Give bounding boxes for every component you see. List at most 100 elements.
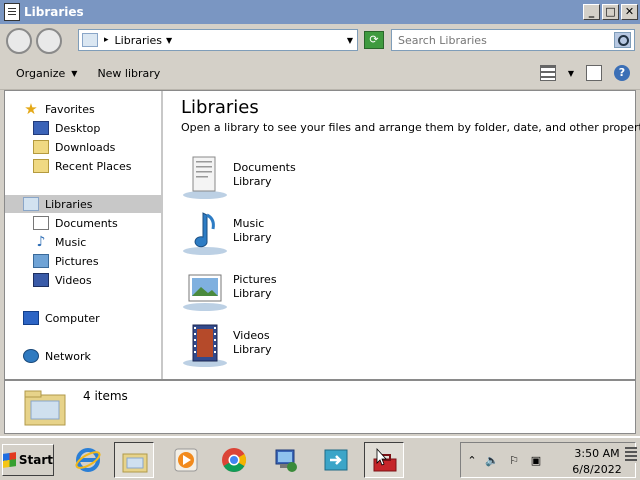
search-icon[interactable]	[614, 32, 631, 48]
details-pane: 4 items	[4, 380, 636, 434]
nav-item-pictures[interactable]: Pictures	[33, 252, 99, 270]
clock-date[interactable]: 6/8/2022	[567, 463, 627, 476]
explorer-main: ★ Favorites Desktop Downloads Recent Pla…	[4, 90, 640, 380]
videos-icon	[33, 273, 49, 287]
nav-item-documents[interactable]: Documents	[33, 214, 118, 232]
nav-item-label: Downloads	[55, 140, 116, 154]
minimize-button[interactable]: _	[583, 4, 600, 20]
windows-logo-icon	[3, 452, 16, 468]
taskbar-remote-app[interactable]	[316, 442, 356, 478]
nav-libraries[interactable]: Libraries	[5, 195, 161, 213]
taskbar-media-player[interactable]	[166, 442, 206, 478]
desktop-icon	[33, 121, 49, 135]
view-options-chevron-icon[interactable]: ▼	[568, 69, 574, 78]
pictures-icon	[33, 254, 49, 268]
nav-favorites[interactable]: ★ Favorites	[23, 100, 94, 118]
start-button[interactable]: Start	[2, 444, 54, 476]
favorites-star-icon: ★	[24, 100, 38, 118]
back-button[interactable]	[6, 28, 32, 54]
help-icon[interactable]: ?	[614, 65, 630, 81]
installer-icon	[275, 449, 297, 472]
library-item-documents[interactable]: Documents Library	[181, 153, 381, 203]
music-library-icon	[183, 212, 227, 255]
computer-icon	[23, 311, 39, 325]
breadcrumb-chevron-icon[interactable]: ▼	[166, 36, 172, 45]
nav-item-label: Videos	[55, 273, 92, 287]
media-player-icon	[174, 448, 198, 472]
library-type: Library	[233, 231, 272, 244]
nav-network-label: Network	[45, 349, 91, 363]
content-pane: Libraries Open a library to see your fil…	[181, 91, 640, 379]
forward-button[interactable]	[36, 28, 62, 54]
nav-item-downloads[interactable]: Downloads	[33, 138, 115, 156]
nav-item-videos[interactable]: Videos	[33, 271, 92, 289]
action-center-flag-icon[interactable]: ⚐	[507, 454, 521, 468]
nav-item-label: Pictures	[55, 254, 99, 268]
library-type: Library	[233, 175, 272, 188]
internet-explorer-icon	[75, 448, 101, 472]
chevron-down-icon: ▼	[71, 69, 78, 78]
change-view-icon[interactable]	[539, 65, 556, 81]
nav-item-label: Desktop	[55, 121, 101, 135]
nav-computer[interactable]: Computer	[23, 309, 100, 327]
library-item-videos[interactable]: Videos Library	[181, 321, 381, 371]
nav-item-music[interactable]: ♪ Music	[33, 233, 87, 251]
library-name: Pictures	[233, 273, 277, 286]
preview-pane-icon[interactable]	[586, 65, 602, 81]
address-field[interactable]: ▸ Libraries ▼ ▼	[78, 29, 358, 51]
notification-area: ⌃ 🔈 ⚐ ▣ 3:50 AM 6/8/2022	[460, 442, 636, 478]
library-name: Videos	[233, 329, 270, 342]
nav-item-label: Music	[55, 235, 87, 249]
pictures-library-icon	[183, 274, 227, 311]
chrome-icon	[222, 448, 247, 473]
start-label: Start	[18, 453, 53, 467]
nav-item-recent-places[interactable]: Recent Places	[33, 157, 132, 175]
nav-item-label: Documents	[55, 216, 118, 230]
libraries-address-icon	[82, 33, 98, 47]
libraries-icon	[122, 453, 148, 473]
nav-item-desktop[interactable]: Desktop	[33, 119, 100, 137]
maximize-button[interactable]: □	[602, 4, 619, 20]
toolbox-icon	[373, 447, 397, 472]
new-library-button[interactable]: New library	[97, 67, 160, 80]
taskbar-internet-explorer[interactable]	[68, 442, 108, 478]
window-title: Libraries	[24, 5, 84, 19]
nav-network[interactable]: Network	[23, 347, 91, 365]
taskbar-installer[interactable]	[266, 442, 306, 478]
library-name: Music	[233, 217, 265, 230]
search-input[interactable]	[392, 30, 602, 50]
library-name: Documents	[233, 161, 296, 174]
library-item-music[interactable]: Music Library	[181, 209, 381, 259]
breadcrumb-separator[interactable]: ▸	[104, 35, 109, 45]
show-hidden-icons-icon[interactable]: ⌃	[465, 454, 479, 468]
item-count: 4 items	[83, 389, 128, 403]
taskbar-toolbox[interactable]	[364, 442, 404, 478]
nav-item-label: Recent Places	[55, 159, 132, 173]
search-box[interactable]	[391, 29, 635, 51]
libraries-icon	[23, 197, 39, 211]
library-item-pictures[interactable]: Pictures Library	[181, 265, 381, 315]
command-bar: Organize ▼ New library ▼ ?	[0, 58, 640, 90]
refresh-button[interactable]: ⟳	[364, 31, 384, 49]
taskbar-libraries[interactable]	[114, 442, 154, 478]
clock-time[interactable]: 3:50 AM	[567, 447, 627, 460]
libraries-folder-icon	[24, 390, 66, 426]
title-bar[interactable]: Libraries _ □ ✕	[0, 0, 640, 24]
breadcrumb-libraries[interactable]: Libraries	[115, 34, 163, 47]
taskbar-chrome[interactable]	[214, 442, 254, 478]
taskbar: Start ⌃ 🔈 ⚐ ▣ 3:50 AM 6/8/2022	[0, 436, 640, 480]
address-bar-area: ▸ Libraries ▼ ▼ ⟳	[0, 24, 640, 58]
recent-places-icon	[33, 159, 49, 173]
library-type: Library	[233, 343, 272, 356]
close-button[interactable]: ✕	[621, 4, 638, 20]
documents-icon	[33, 216, 49, 230]
music-icon: ♪	[36, 234, 46, 250]
volume-muted-icon[interactable]: 🔈	[485, 454, 499, 468]
network-icon	[23, 349, 39, 363]
library-type: Library	[233, 287, 272, 300]
documents-library-icon	[183, 156, 227, 199]
organize-button[interactable]: Organize ▼	[16, 67, 77, 80]
address-dropdown-icon[interactable]: ▼	[347, 36, 353, 45]
network-tray-icon[interactable]: ▣	[529, 454, 543, 468]
show-desktop-button[interactable]	[625, 447, 637, 463]
